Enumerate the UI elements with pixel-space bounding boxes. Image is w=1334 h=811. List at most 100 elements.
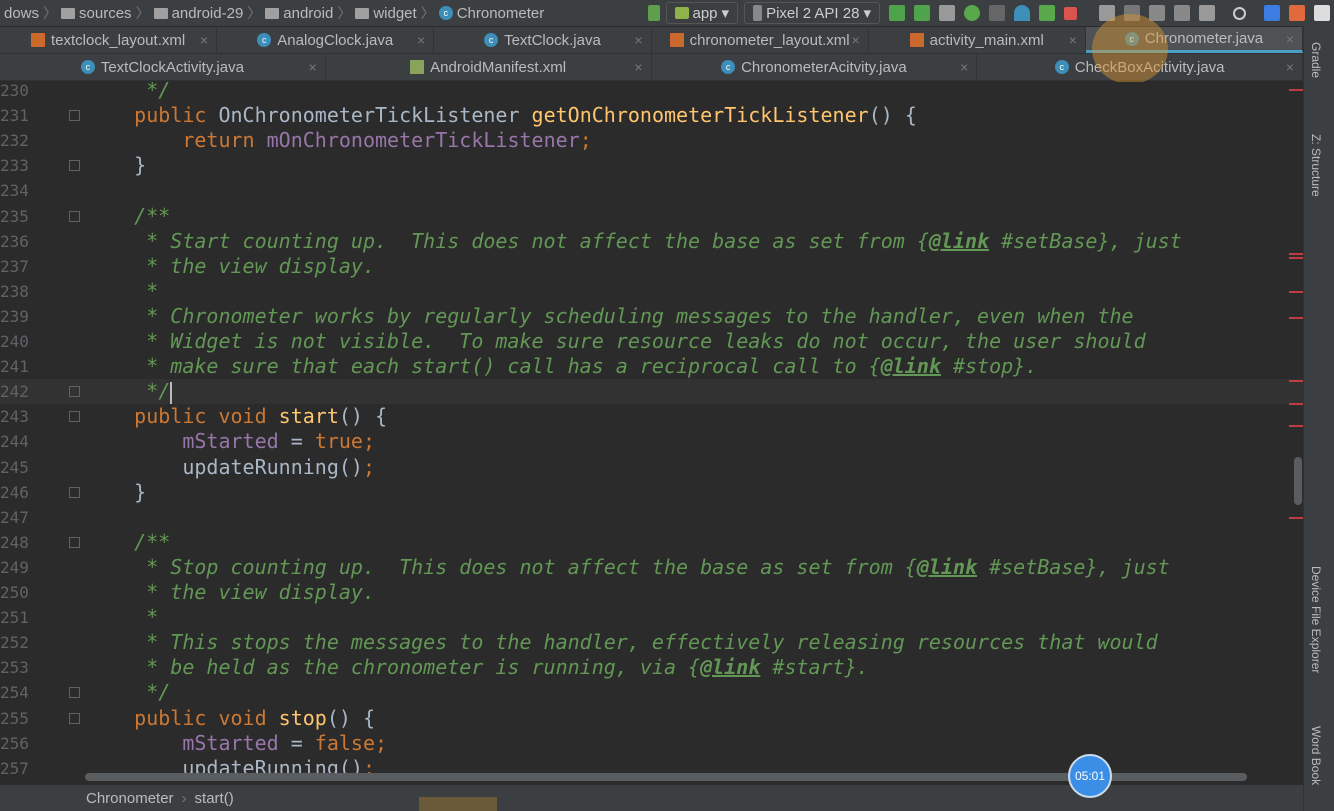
code-token: * xyxy=(86,605,159,630)
breadcrumb-method[interactable]: start() xyxy=(195,790,234,807)
code-line: 251 * xyxy=(0,605,1303,630)
build-hammer-icon[interactable] xyxy=(647,5,660,21)
code-line: 237 * the view display. xyxy=(0,254,1303,279)
close-icon[interactable]: × xyxy=(309,59,317,75)
fold-marker-icon[interactable] xyxy=(69,486,80,498)
code-line: 242 */ xyxy=(0,379,1303,405)
fold-marker-icon[interactable] xyxy=(69,687,80,699)
error-stripe-mark[interactable] xyxy=(1289,317,1303,319)
code-token: */ xyxy=(86,379,171,404)
error-stripe-mark[interactable] xyxy=(1289,425,1303,427)
breadcrumb-label: widget xyxy=(373,4,417,22)
profile-icon[interactable] xyxy=(989,5,1005,21)
fold-marker-icon[interactable] xyxy=(69,210,80,222)
code-text: /** xyxy=(86,204,170,229)
close-icon[interactable]: × xyxy=(634,32,642,48)
tab-chronometeracitvity-java[interactable]: c ChronometerAcitvity.java × xyxy=(652,54,978,80)
code-line: 243 public void start() { xyxy=(0,404,1303,429)
tab-textclock-layout-xml[interactable]: textclock_layout.xml × xyxy=(0,27,218,53)
tab-textclockactivity-java[interactable]: c TextClockActivity.java × xyxy=(0,54,326,80)
breadcrumb-item[interactable]: widget xyxy=(351,5,420,22)
fold-marker-icon[interactable] xyxy=(69,536,80,548)
tab-chronometer-layout-xml[interactable]: chronometer_layout.xml × xyxy=(652,27,869,53)
class-icon: c xyxy=(257,33,272,47)
breadcrumb-label: sources xyxy=(79,4,132,22)
device-select[interactable]: Pixel 2 API 28 ▾ xyxy=(744,2,880,24)
code-text: * Widget is not visible. To make sure re… xyxy=(86,329,1145,354)
close-icon[interactable]: × xyxy=(1286,59,1294,75)
attach-debugger-icon[interactable] xyxy=(1039,5,1055,21)
code-line: 230 */ xyxy=(0,82,1303,103)
line-number: 236 xyxy=(0,231,28,251)
vertical-scrollbar[interactable] xyxy=(1294,457,1302,505)
close-icon[interactable]: × xyxy=(1286,31,1294,47)
breadcrumb-label: android-29 xyxy=(171,4,244,22)
error-stripe-mark[interactable] xyxy=(1289,253,1303,255)
breadcrumb-item[interactable]: android-29 xyxy=(150,5,248,22)
search-icon[interactable] xyxy=(1233,6,1246,20)
tab-androidmanifest-xml[interactable]: AndroidManifest.xml × xyxy=(326,54,652,80)
error-stripe-mark[interactable] xyxy=(1289,517,1303,519)
run-config-select[interactable]: app ▾ xyxy=(665,2,739,24)
line-number: 257 xyxy=(0,758,28,775)
close-icon[interactable]: × xyxy=(960,59,968,75)
gradle-sync-icon[interactable] xyxy=(1149,5,1165,21)
code-line: 245 updateRunning(); xyxy=(0,455,1303,480)
translate-icon[interactable] xyxy=(1264,5,1280,21)
code-text: } xyxy=(86,480,146,505)
breadcrumb-item[interactable]: c Chronometer xyxy=(435,5,549,22)
fold-marker-icon[interactable] xyxy=(69,386,80,398)
error-stripe-mark[interactable] xyxy=(1289,380,1303,382)
tool-gradle[interactable]: Gradle xyxy=(1309,42,1323,78)
close-icon[interactable]: × xyxy=(852,32,860,48)
code-editor[interactable]: 230 */231 public OnChronometerTickListen… xyxy=(0,82,1303,775)
profiler-gauge-icon[interactable] xyxy=(1014,5,1030,21)
stop-icon[interactable] xyxy=(1064,6,1077,20)
error-stripe-mark[interactable] xyxy=(1289,89,1303,91)
avd-manager-icon[interactable] xyxy=(1174,5,1190,21)
code-text: mStarted = false; xyxy=(86,731,387,756)
tool-structure[interactable]: Z: Structure xyxy=(1309,134,1323,197)
phone-icon xyxy=(753,5,763,21)
fold-marker-icon[interactable] xyxy=(69,110,80,122)
apply-changes-icon[interactable] xyxy=(889,5,905,21)
code-token: public xyxy=(86,103,219,128)
error-stripe-mark[interactable] xyxy=(1289,291,1303,293)
line-number: 230 xyxy=(0,82,28,100)
class-icon: c xyxy=(80,60,95,74)
code-line: 233 } xyxy=(0,153,1303,178)
tab-analogclock-java[interactable]: c AnalogClock.java × xyxy=(217,27,435,53)
breadcrumb-item[interactable]: sources xyxy=(57,5,136,22)
fold-marker-icon[interactable] xyxy=(69,160,80,172)
line-number: 239 xyxy=(0,306,28,326)
tool-device-file-explorer[interactable]: Device File Explorer xyxy=(1309,566,1323,673)
breadcrumb-item[interactable]: dows xyxy=(0,5,43,22)
debug-icon[interactable] xyxy=(964,5,980,21)
code-text: */ xyxy=(86,82,170,103)
close-icon[interactable]: × xyxy=(634,59,642,75)
tab-label: TextClock.java xyxy=(504,31,601,49)
logcat-icon[interactable] xyxy=(939,5,955,21)
code-token: return xyxy=(86,128,267,153)
code-token: * be held as the chronometer is running,… xyxy=(86,655,701,680)
sdk-manager-icon[interactable] xyxy=(1199,5,1215,21)
fold-marker-icon[interactable] xyxy=(69,411,80,423)
translate-alt-icon[interactable] xyxy=(1289,5,1305,21)
close-icon[interactable]: × xyxy=(200,32,208,48)
apply-code-changes-icon[interactable] xyxy=(914,5,930,21)
breadcrumb-item[interactable]: android xyxy=(261,5,337,22)
tab-textclock-java[interactable]: c TextClock.java × xyxy=(434,27,652,53)
fold-marker-icon[interactable] xyxy=(69,712,80,724)
chevron-down-icon: ▾ xyxy=(721,5,730,22)
error-stripe-mark[interactable] xyxy=(1289,257,1303,259)
breadcrumb-class[interactable]: Chronometer xyxy=(86,790,174,807)
close-icon[interactable]: × xyxy=(1069,32,1077,48)
code-token: @link xyxy=(928,228,990,253)
code-token: * Start counting up. This does not affec… xyxy=(86,228,929,253)
tool-word-book[interactable]: Word Book xyxy=(1309,726,1323,785)
error-stripe-mark[interactable] xyxy=(1289,403,1303,405)
user-avatar-icon[interactable] xyxy=(1314,5,1330,21)
close-icon[interactable]: × xyxy=(417,32,425,48)
tab-activity-main-xml[interactable]: activity_main.xml × xyxy=(869,27,1086,53)
breadcrumb-chevron-icon: 〉 xyxy=(135,5,150,21)
